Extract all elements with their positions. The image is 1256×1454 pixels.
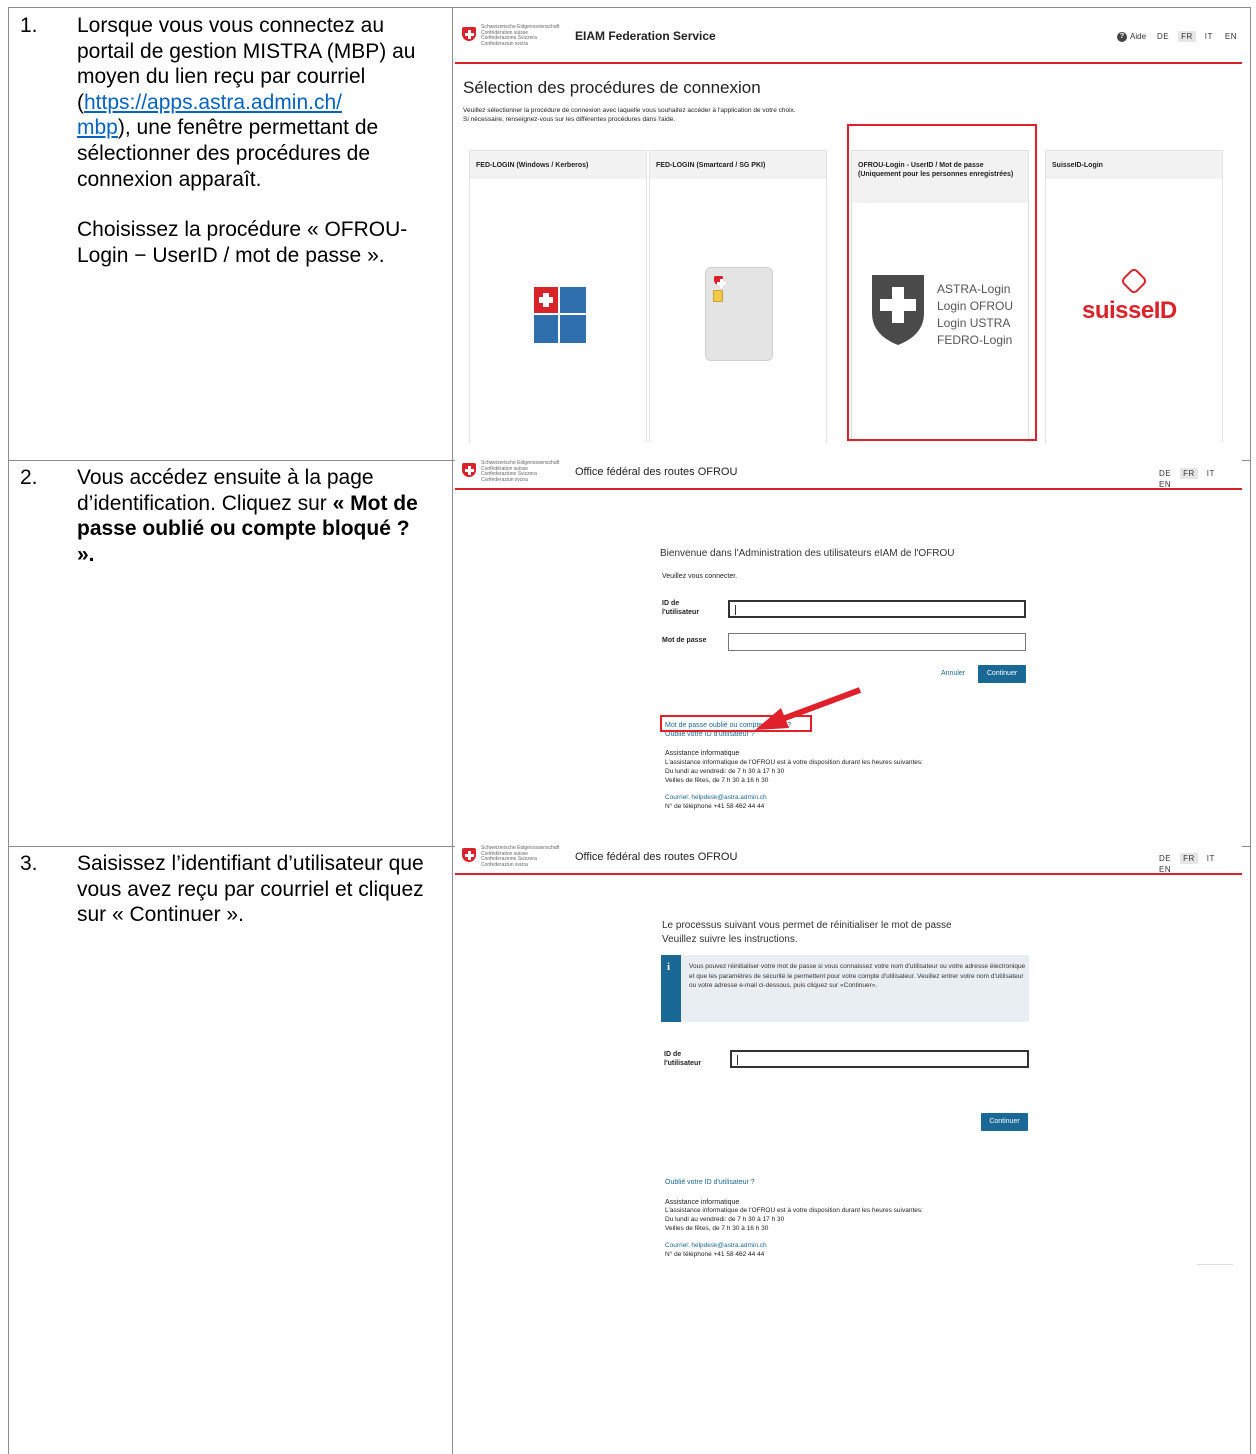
lang-fr[interactable]: FR xyxy=(1178,31,1196,42)
suisseid-logo: suisseID xyxy=(1082,297,1177,324)
swiss-flag-icon xyxy=(462,463,476,477)
app-title: Office fédéral des routes OFROU xyxy=(575,851,738,863)
helpdesk-phone: N° de téléphone +41 58 462 44 44 xyxy=(665,803,765,810)
login-procedure-screenshot: Schweizerische Eidgenossenschaft Confédér… xyxy=(455,18,1242,443)
forgot-userid-link[interactable]: Oublié votre ID d'utilisateur ? xyxy=(665,1179,755,1188)
userid-input[interactable] xyxy=(730,1050,1029,1068)
selection-highlight xyxy=(847,124,1037,441)
userid-input[interactable] xyxy=(728,600,1026,618)
language-switcher: DE FR IT EN xyxy=(1148,31,1240,42)
swiss-flag-icon xyxy=(462,848,476,862)
login-option-smartcard[interactable]: FED-LOGIN (Smartcard / SG PKI) xyxy=(649,150,827,443)
card-title: SuisseID-Login xyxy=(1046,151,1222,179)
helpdesk-email[interactable]: Courriel: helpdesk@astra.admin.ch xyxy=(665,794,767,803)
step-number: 3. xyxy=(20,852,38,875)
header-rule xyxy=(455,62,1242,64)
support-hours: Veilles de fêtes, de 7 h 30 à 16 h 30 xyxy=(665,1225,769,1232)
card-title: FED-LOGIN (Windows / Kerberos) xyxy=(470,151,646,179)
identification-page-screenshot: Schweizerische Eidgenossenschaft Confédér… xyxy=(455,458,1242,828)
windows-icon xyxy=(534,287,586,343)
help-link[interactable]: Aide xyxy=(1130,32,1146,41)
password-label: Mot de passe xyxy=(662,637,707,644)
confederation-label: Schweizerische Eidgenossenschaft Confédér… xyxy=(481,845,560,868)
lang-de[interactable]: DE xyxy=(1154,31,1172,42)
lang-fr[interactable]: FR xyxy=(1180,468,1198,479)
reset-intro: Le processus suivant vous permet de réin… xyxy=(662,920,952,931)
app-title: Office fédéral des routes OFROU xyxy=(575,466,738,478)
step-number: 2. xyxy=(20,466,38,489)
info-box: i Vous pouvez réinitialiser votre mot de… xyxy=(661,955,1029,1022)
helpdesk-phone: N° de téléphone +41 58 462 44 44 xyxy=(665,1251,765,1258)
suisseid-emblem-icon xyxy=(1119,266,1149,296)
password-input[interactable] xyxy=(728,633,1026,651)
confederation-label: Schweizerische Eidgenossenschaft Confédér… xyxy=(481,24,560,47)
support-text: L'assistance informatique de l'OFROU est… xyxy=(665,1207,923,1214)
language-switcher: DEFRITEN xyxy=(1150,468,1242,490)
info-text: Vous pouvez réinitialiser votre mot de p… xyxy=(689,963,1026,989)
cancel-link[interactable]: Annuler xyxy=(941,670,965,679)
confederation-label: Schweizerische Eidgenossenschaft Confédér… xyxy=(481,460,560,483)
intro-line: Veuillez sélectionner la procédure de co… xyxy=(463,107,796,114)
support-hours: Du lundi au vendredi: de 7 h 30 à 17 h 3… xyxy=(665,768,785,775)
step-instruction: Choisissez la procédure « OFROU-Login − … xyxy=(77,218,408,267)
lang-en[interactable]: EN xyxy=(1222,31,1240,42)
welcome-heading: Bienvenue dans l'Administration des util… xyxy=(660,548,955,559)
arrow-pointer-icon xyxy=(755,687,862,730)
login-option-kerberos[interactable]: FED-LOGIN (Windows / Kerberos) xyxy=(469,150,647,443)
reset-instructions: Veuillez suivre les instructions. xyxy=(662,934,798,945)
app-title: EIAM Federation Service xyxy=(575,29,716,43)
step-3-text: 3. Saisissez l’identifiant d’utilisateur… xyxy=(20,851,430,1001)
step-description: Lorsque vous vous connectez au portail d… xyxy=(77,13,432,268)
reset-password-screenshot: Schweizerische Eidgenossenschaft Confédér… xyxy=(455,843,1242,1273)
page-title: Sélection des procédures de connexion xyxy=(463,78,761,97)
lang-fr[interactable]: FR xyxy=(1180,853,1198,864)
login-option-suisseid[interactable]: SuisseID-Login suisseID xyxy=(1045,150,1223,443)
lang-it[interactable]: IT xyxy=(1204,468,1218,479)
info-icon: i xyxy=(667,961,671,973)
lang-de[interactable]: DE xyxy=(1156,468,1174,479)
support-hours: Du lundi au vendredi: de 7 h 30 à 17 h 3… xyxy=(665,1216,785,1223)
userid-label: ID de l'utilisateur xyxy=(662,600,700,616)
smartcard-icon xyxy=(705,267,773,361)
header-rule xyxy=(455,873,1242,875)
helpdesk-email[interactable]: Courriel: helpdesk@astra.admin.ch xyxy=(665,1242,767,1251)
continue-button[interactable]: Continuer xyxy=(978,665,1026,683)
support-title: Assistance informatique xyxy=(665,750,740,757)
support-text: L'assistance informatique de l'OFROU est… xyxy=(665,759,923,766)
userid-label: ID de l'utilisateur xyxy=(664,1051,702,1067)
language-switcher: DEFRITEN xyxy=(1150,853,1242,875)
step-description: Saisissez l’identifiant d’utilisateur qu… xyxy=(77,852,424,927)
swiss-flag-icon xyxy=(462,27,476,41)
card-title: FED-LOGIN (Smartcard / SG PKI) xyxy=(650,151,826,179)
header-rule xyxy=(455,488,1242,490)
step-2-text: 2. Vous accédez ensuite à la page d’iden… xyxy=(20,465,430,615)
lang-de[interactable]: DE xyxy=(1156,853,1174,864)
step-description: Vous accédez ensuite à la page d’identif… xyxy=(77,466,418,566)
column-divider xyxy=(452,8,453,1454)
lang-it[interactable]: IT xyxy=(1202,31,1216,42)
intro-line: Si nécessaire, renseignez-vous sur les d… xyxy=(463,116,676,123)
forgot-userid-link[interactable]: Oublié votre ID d'utilisateur ? xyxy=(665,731,755,740)
continue-button[interactable]: Continuer xyxy=(981,1113,1028,1131)
login-prompt: Veuillez vous connecter. xyxy=(662,573,738,580)
step-number: 1. xyxy=(20,14,38,37)
divider xyxy=(1197,1264,1233,1265)
step-1-text: 1. Lorsque vous vous connectez au portai… xyxy=(20,13,430,433)
lang-it[interactable]: IT xyxy=(1204,853,1218,864)
help-icon[interactable]: ? xyxy=(1117,32,1127,42)
support-hours: Veilles de fêtes, de 7 h 30 à 16 h 30 xyxy=(665,777,769,784)
